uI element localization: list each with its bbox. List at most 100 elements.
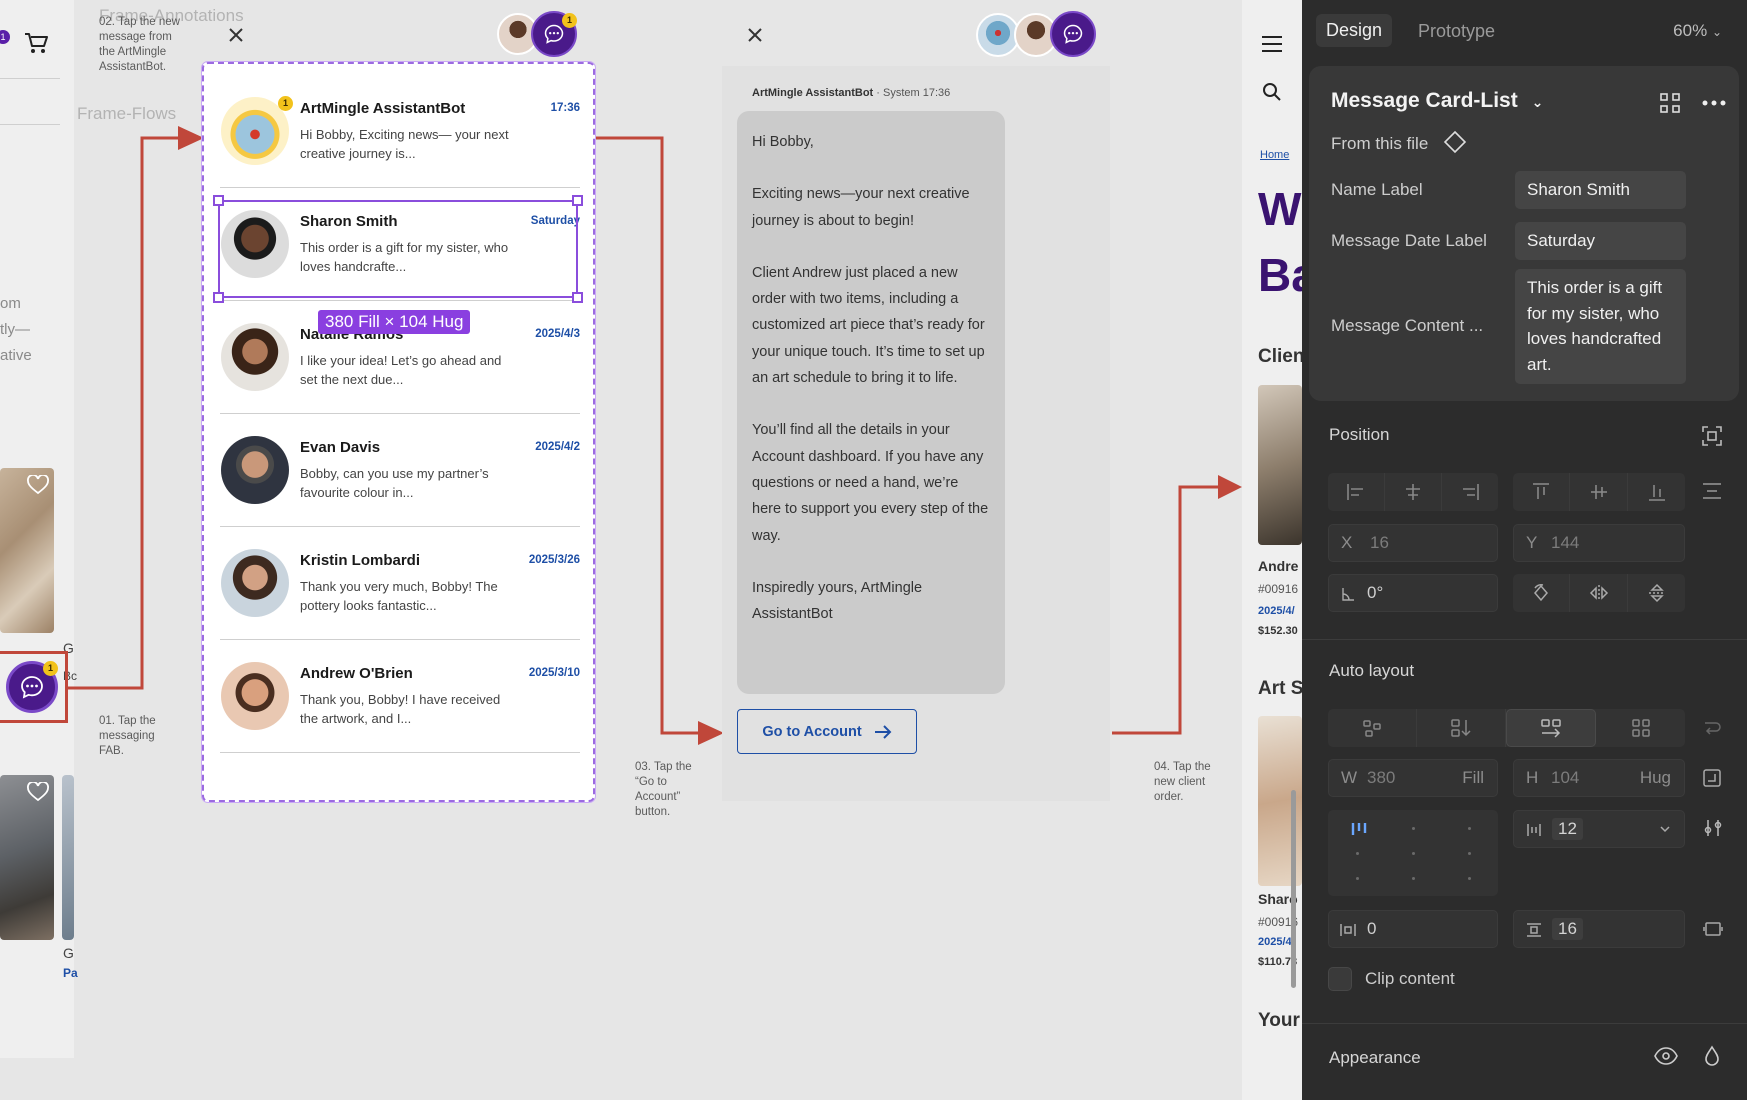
- align-middle-button[interactable]: [1570, 473, 1628, 511]
- width-mode[interactable]: Fill: [1462, 768, 1484, 788]
- position-title: Position: [1329, 425, 1390, 444]
- message-card[interactable]: Andrew O'Brien 2025/3/10 Thank you, Bobb…: [220, 649, 580, 753]
- resize-handle[interactable]: [572, 195, 583, 206]
- message-date-field[interactable]: Saturday: [1515, 222, 1686, 260]
- opacity-drop-icon[interactable]: [1704, 1045, 1720, 1067]
- align-right-button[interactable]: [1442, 473, 1498, 511]
- y-value: 144: [1551, 533, 1580, 552]
- message-card[interactable]: 1 ArtMingle AssistantBot 17:36 Hi Bobby,…: [220, 84, 580, 188]
- left-edge-letter: G: [63, 945, 74, 961]
- close-icon[interactable]: [744, 24, 766, 46]
- selection-box[interactable]: [213, 195, 583, 303]
- horizontal-padding-field[interactable]: 0: [1328, 910, 1498, 948]
- align-center-button[interactable]: [1385, 473, 1442, 511]
- flip-horizontal-button[interactable]: [1570, 574, 1628, 612]
- component-diamond-icon: [1443, 130, 1467, 154]
- width-field[interactable]: W 380 Fill: [1328, 759, 1498, 797]
- avatar: [221, 436, 289, 504]
- message-meta: ArtMingle AssistantBot · System 17:36: [752, 87, 951, 99]
- height-field[interactable]: H 104 Hug: [1513, 759, 1685, 797]
- align-bottom-icon: [1648, 485, 1665, 501]
- search-icon[interactable]: [1262, 82, 1282, 102]
- divider: [220, 752, 580, 753]
- appearance-title: Appearance: [1329, 1048, 1421, 1067]
- design-canvas[interactable]: 1 om tly— ative G G Pa Bc 1 Frame-Annotati…: [0, 0, 1302, 1100]
- layout-grid-button[interactable]: [1596, 709, 1685, 747]
- cart-icon[interactable]: [22, 30, 50, 56]
- heart-icon[interactable]: [27, 475, 49, 495]
- message-preview: Thank you very much, Bobby! The pottery …: [300, 579, 498, 613]
- layout-vertical-button[interactable]: [1417, 709, 1506, 747]
- message-paragraph: Exciting news—your next creative journey…: [752, 186, 970, 229]
- eye-icon[interactable]: [1654, 1047, 1678, 1065]
- width-value: 380: [1367, 768, 1396, 787]
- resize-handle[interactable]: [572, 292, 583, 303]
- sender-name: ArtMingle AssistantBot: [300, 100, 466, 117]
- vertical-padding-field[interactable]: 16: [1513, 910, 1685, 948]
- align-left-button[interactable]: [1328, 473, 1385, 511]
- go-to-account-button[interactable]: Go to Account: [737, 709, 917, 754]
- clip-content-checkbox[interactable]: [1328, 967, 1352, 991]
- scrollbar[interactable]: [1291, 790, 1296, 988]
- menu-icon[interactable]: [1262, 36, 1282, 52]
- heart-icon[interactable]: [27, 782, 49, 802]
- message-card[interactable]: Kristin Lombardi 2025/3/26 Thank you ver…: [220, 536, 580, 640]
- resize-handle[interactable]: [213, 292, 224, 303]
- rotation-field[interactable]: 0°: [1328, 574, 1498, 612]
- alignment-grid[interactable]: [1328, 810, 1498, 896]
- product-image: [62, 775, 74, 940]
- rotate-button[interactable]: [1513, 574, 1570, 612]
- gap-value: 12: [1552, 818, 1583, 840]
- width-label: W: [1341, 768, 1358, 787]
- chevron-down-icon[interactable]: [1660, 826, 1670, 833]
- height-mode[interactable]: Hug: [1640, 768, 1671, 788]
- arrow-right-icon: [874, 724, 892, 739]
- component-title[interactable]: Message Card-List ⌄: [1331, 89, 1543, 113]
- align-top-button[interactable]: [1513, 473, 1570, 511]
- gap-field[interactable]: 12: [1513, 810, 1685, 848]
- frame-flows-label: Frame-Flows: [77, 104, 177, 123]
- breadcrumb-home[interactable]: Home: [1260, 149, 1289, 161]
- clip-content-label: Clip content: [1365, 969, 1455, 988]
- individual-padding-icon[interactable]: [1703, 919, 1723, 939]
- size-tag: 380 Fill × 104 Hug: [318, 310, 471, 334]
- more-options-icon[interactable]: [1702, 100, 1726, 106]
- message-preview: Hi Bobby, Exciting news— your next creat…: [300, 127, 509, 161]
- gap-icon: [1527, 824, 1541, 836]
- x-position-field[interactable]: X 16: [1328, 524, 1498, 562]
- tab-prototype[interactable]: Prototype: [1418, 21, 1495, 42]
- message-paragraph: You’ll find all the details in your Acco…: [752, 422, 989, 544]
- layout-free-button[interactable]: [1328, 709, 1417, 747]
- divider: [220, 639, 580, 640]
- message-card[interactable]: Evan Davis 2025/4/2 Bobby, can you use m…: [220, 423, 580, 527]
- order-name: Andre: [1258, 558, 1299, 574]
- y-position-field[interactable]: Y 144: [1513, 524, 1685, 562]
- annotation-step-2: 02. Tap the new message from the ArtMing…: [99, 16, 180, 73]
- align-center-icon: [1406, 484, 1420, 500]
- message-date: 17:36: [550, 102, 580, 114]
- component-source[interactable]: From this file: [1331, 130, 1467, 154]
- order-date: 2025/4/: [1258, 936, 1295, 948]
- tab-design[interactable]: Design: [1316, 14, 1393, 47]
- resize-handle[interactable]: [213, 195, 224, 206]
- left-edge-link[interactable]: Pa: [63, 966, 78, 980]
- resize-to-fit-icon[interactable]: [1702, 768, 1722, 788]
- flip-vertical-button[interactable]: [1628, 574, 1685, 612]
- message-list-frame[interactable]: 1 ArtMingle AssistantBot 17:36 Hi Bobby,…: [201, 61, 596, 803]
- layout-settings-icon[interactable]: [1702, 818, 1724, 838]
- name-label-field[interactable]: Sharon Smith: [1515, 171, 1686, 209]
- zoom-dropdown[interactable]: 60% ⌄: [1673, 21, 1722, 41]
- message-content-field[interactable]: This order is a gift for my sister, who …: [1515, 269, 1686, 384]
- messaging-fab[interactable]: [1050, 11, 1096, 57]
- height-label: H: [1526, 768, 1539, 787]
- close-icon[interactable]: [225, 24, 247, 46]
- message-detail-frame[interactable]: ArtMingle AssistantBot · System 17:36 Hi…: [722, 66, 1110, 801]
- frame-select-icon[interactable]: [1701, 425, 1723, 447]
- order-date: 2025/4/: [1258, 605, 1295, 617]
- align-bottom-button[interactable]: [1628, 473, 1685, 511]
- component-grid-icon[interactable]: [1659, 92, 1681, 114]
- wrap-icon[interactable]: [1703, 718, 1721, 736]
- layout-horizontal-button[interactable]: [1506, 709, 1596, 747]
- distribute-icon[interactable]: [1702, 482, 1722, 500]
- vertical-align-group: [1513, 473, 1685, 511]
